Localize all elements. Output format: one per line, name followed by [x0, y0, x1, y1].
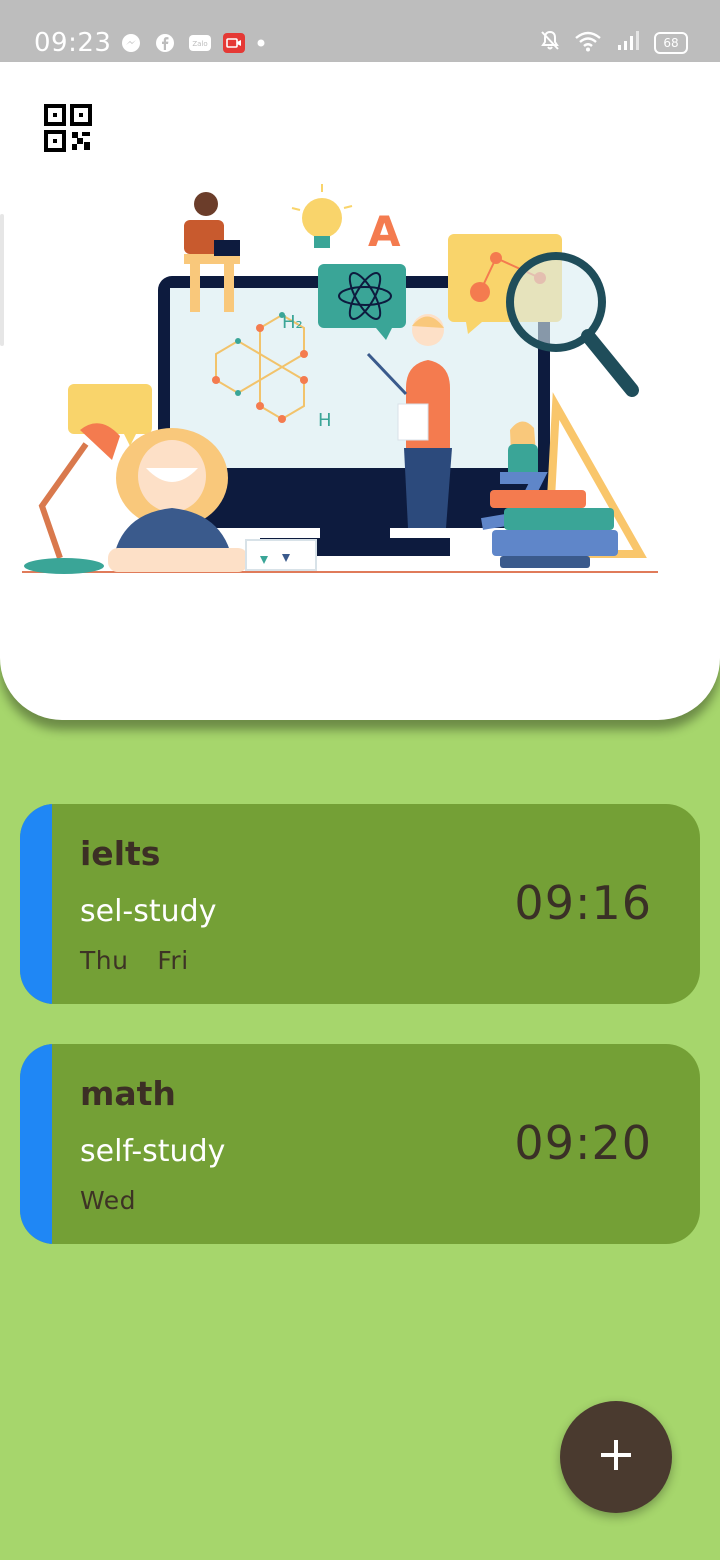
svg-text:H₂: H₂: [282, 312, 303, 333]
svg-text:A: A: [368, 207, 401, 256]
svg-text:Zalo: Zalo: [192, 40, 207, 48]
status-bar: 09:23 Zalo 68: [0, 0, 720, 62]
battery-indicator: 68: [654, 32, 688, 54]
plus-icon: [599, 1438, 633, 1476]
svg-text:H: H: [318, 410, 332, 431]
dot-icon: [254, 32, 268, 54]
facebook-icon: [154, 32, 176, 54]
header-card: H₂ H A: [0, 62, 720, 720]
system-status: 68: [540, 30, 688, 56]
video-icon: [222, 32, 246, 54]
reminder-subtitle: self-study: [80, 1134, 226, 1169]
messenger-icon: [120, 32, 142, 54]
study-illustration: H₂ H A: [22, 184, 658, 574]
edge-handle: [0, 214, 4, 346]
reminder-card[interactable]: math self-study Wed 09:20: [20, 1044, 700, 1244]
reminder-title: math: [80, 1074, 176, 1113]
mute-icon: [540, 30, 560, 56]
reminder-time: 09:16: [514, 876, 652, 930]
reminder-subtitle: sel-study: [80, 894, 217, 929]
reminder-card[interactable]: ielts sel-study Thu Fri 09:16: [20, 804, 700, 1004]
zalo-icon: Zalo: [188, 32, 212, 54]
reminder-days: Wed: [80, 1186, 137, 1215]
reminder-title: ielts: [80, 834, 161, 873]
wifi-icon: [574, 30, 602, 56]
card-accent-stripe: [20, 804, 52, 1004]
reminder-time: 09:20: [514, 1116, 652, 1170]
reminder-days: Thu Fri: [80, 946, 189, 975]
add-reminder-button[interactable]: [560, 1401, 672, 1513]
card-accent-stripe: [20, 1044, 52, 1244]
status-time: 09:23: [34, 28, 112, 58]
qr-code-icon[interactable]: [44, 104, 92, 152]
signal-icon: [616, 30, 640, 56]
